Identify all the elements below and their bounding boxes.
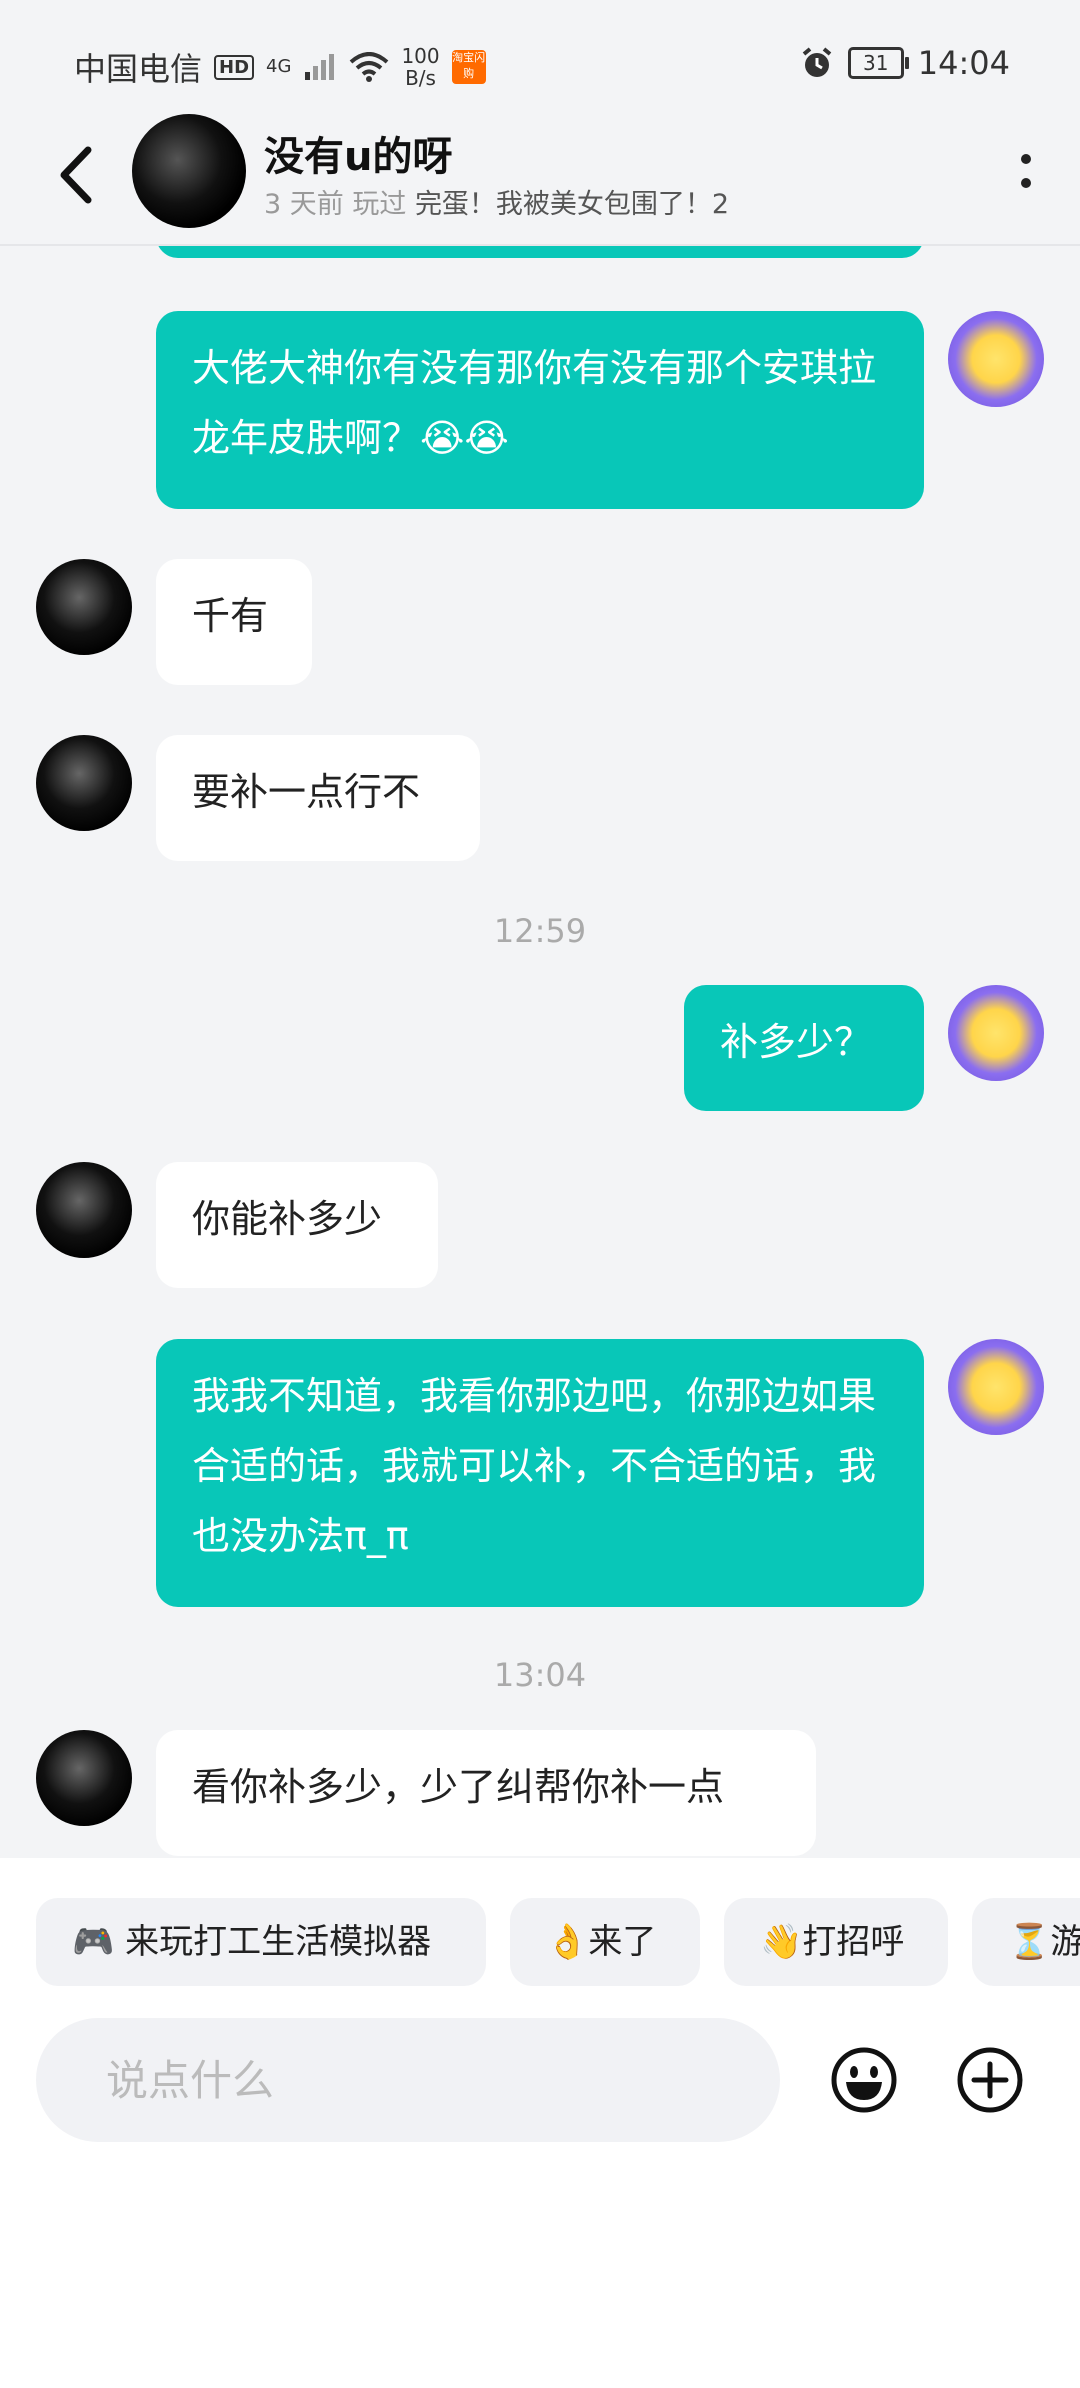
quick-reply-chip[interactable]: 👋打招呼 [724, 1898, 948, 1986]
timestamp: 13:04 [493, 1656, 587, 1694]
taobao-icon: 淘宝闪购 [451, 50, 486, 84]
message-bubble[interactable]: 你能补多少 [156, 1162, 438, 1288]
message-bubble[interactable]: 我我不知道，我看你那边吧，你那边如果合适的话，我就可以补，不合适的话，我也没办法… [156, 1339, 924, 1607]
emoji-icon[interactable] [830, 2046, 898, 2114]
status-left: 中国电信 HD 4G 100 B/s 淘宝闪购 [74, 44, 486, 90]
speed-unit: B/s [405, 66, 436, 90]
hd-badge: HD [214, 54, 255, 80]
chat-header: 没有u的呀 3 天前 玩过 完蛋！我被美女包围了！2 [0, 110, 1080, 246]
message-input[interactable] [36, 2018, 780, 2142]
carrier-label: 中国电信 [74, 50, 203, 88]
quick-reply-bar[interactable]: 🎮 来玩打工生活模拟器 👌来了 👋打招呼 ⏳游 [0, 1858, 1080, 2008]
status-right: 31 14:04 [800, 44, 1010, 82]
message-bubble[interactable]: 千有 [156, 559, 312, 685]
message-bubble[interactable]: 补多少？ [684, 985, 924, 1111]
wifi-icon [350, 52, 389, 82]
contact-avatar[interactable] [132, 114, 246, 228]
quick-reply-chip[interactable]: 🎮 来玩打工生活模拟器 [36, 1898, 486, 1986]
message-bubble[interactable]: 要补一点行不 [156, 735, 480, 861]
contact-activity: 3 天前 玩过 完蛋！我被美女包围了！2 [264, 182, 729, 221]
quick-reply-chip[interactable]: 👌来了 [510, 1898, 700, 1986]
signal-icon [305, 54, 335, 80]
plus-circle-icon[interactable] [956, 2046, 1024, 2114]
contact-name: 没有u的呀 [264, 134, 453, 180]
alarm-icon [802, 47, 832, 77]
message-text: 看你补多少，少了纠帮你补一点 [192, 1765, 725, 1809]
message-text: 我我不知道，我看你那边吧，你那边如果合适的话，我就可以补，不合适的话，我也没办法… [192, 1374, 877, 1558]
my-avatar[interactable] [948, 985, 1044, 1081]
message-text: 千有 [192, 594, 269, 638]
net-speed: 100 B/s [401, 45, 439, 89]
contact-avatar[interactable] [36, 1162, 132, 1258]
quick-reply-chip[interactable]: ⏳游 [972, 1898, 1080, 1986]
contact-avatar[interactable] [36, 1730, 132, 1826]
my-avatar[interactable] [948, 311, 1044, 407]
message-bubble[interactable]: 大佬大神你有没有那你有没有那个安琪拉龙年皮肤啊？😭😭 [156, 311, 924, 509]
contact-avatar[interactable] [36, 559, 132, 655]
more-vertical-icon[interactable] [1016, 150, 1036, 210]
message-text: 你能补多少 [192, 1197, 383, 1241]
back-arrow-icon[interactable] [52, 140, 100, 210]
message-text: 补多少？ [720, 1020, 873, 1064]
message-text: 要补一点行不 [192, 770, 421, 814]
played-time: 3 天前 玩过 [264, 189, 407, 220]
clock: 14:04 [917, 44, 1010, 82]
input-bar [0, 2008, 1080, 2388]
network-label: 4G [266, 56, 292, 77]
contact-avatar[interactable] [36, 735, 132, 831]
message-list[interactable]: 大佬大神你有没有那你有没有那个安琪拉龙年皮肤啊？😭😭 千有 要补一点行不 12:… [0, 246, 1080, 1858]
my-avatar[interactable] [948, 1339, 1044, 1435]
speed-value: 100 [401, 44, 440, 68]
battery-icon: 31 [847, 47, 909, 79]
message-bubble-partial [156, 246, 924, 258]
message-text: 大佬大神你有没有那你有没有那个安琪拉龙年皮肤啊？😭😭 [192, 346, 877, 460]
game-name[interactable]: 完蛋！我被美女包围了！2 [415, 189, 729, 220]
timestamp: 12:59 [493, 912, 587, 950]
message-bubble[interactable]: 看你补多少，少了纠帮你补一点 [156, 1730, 816, 1856]
